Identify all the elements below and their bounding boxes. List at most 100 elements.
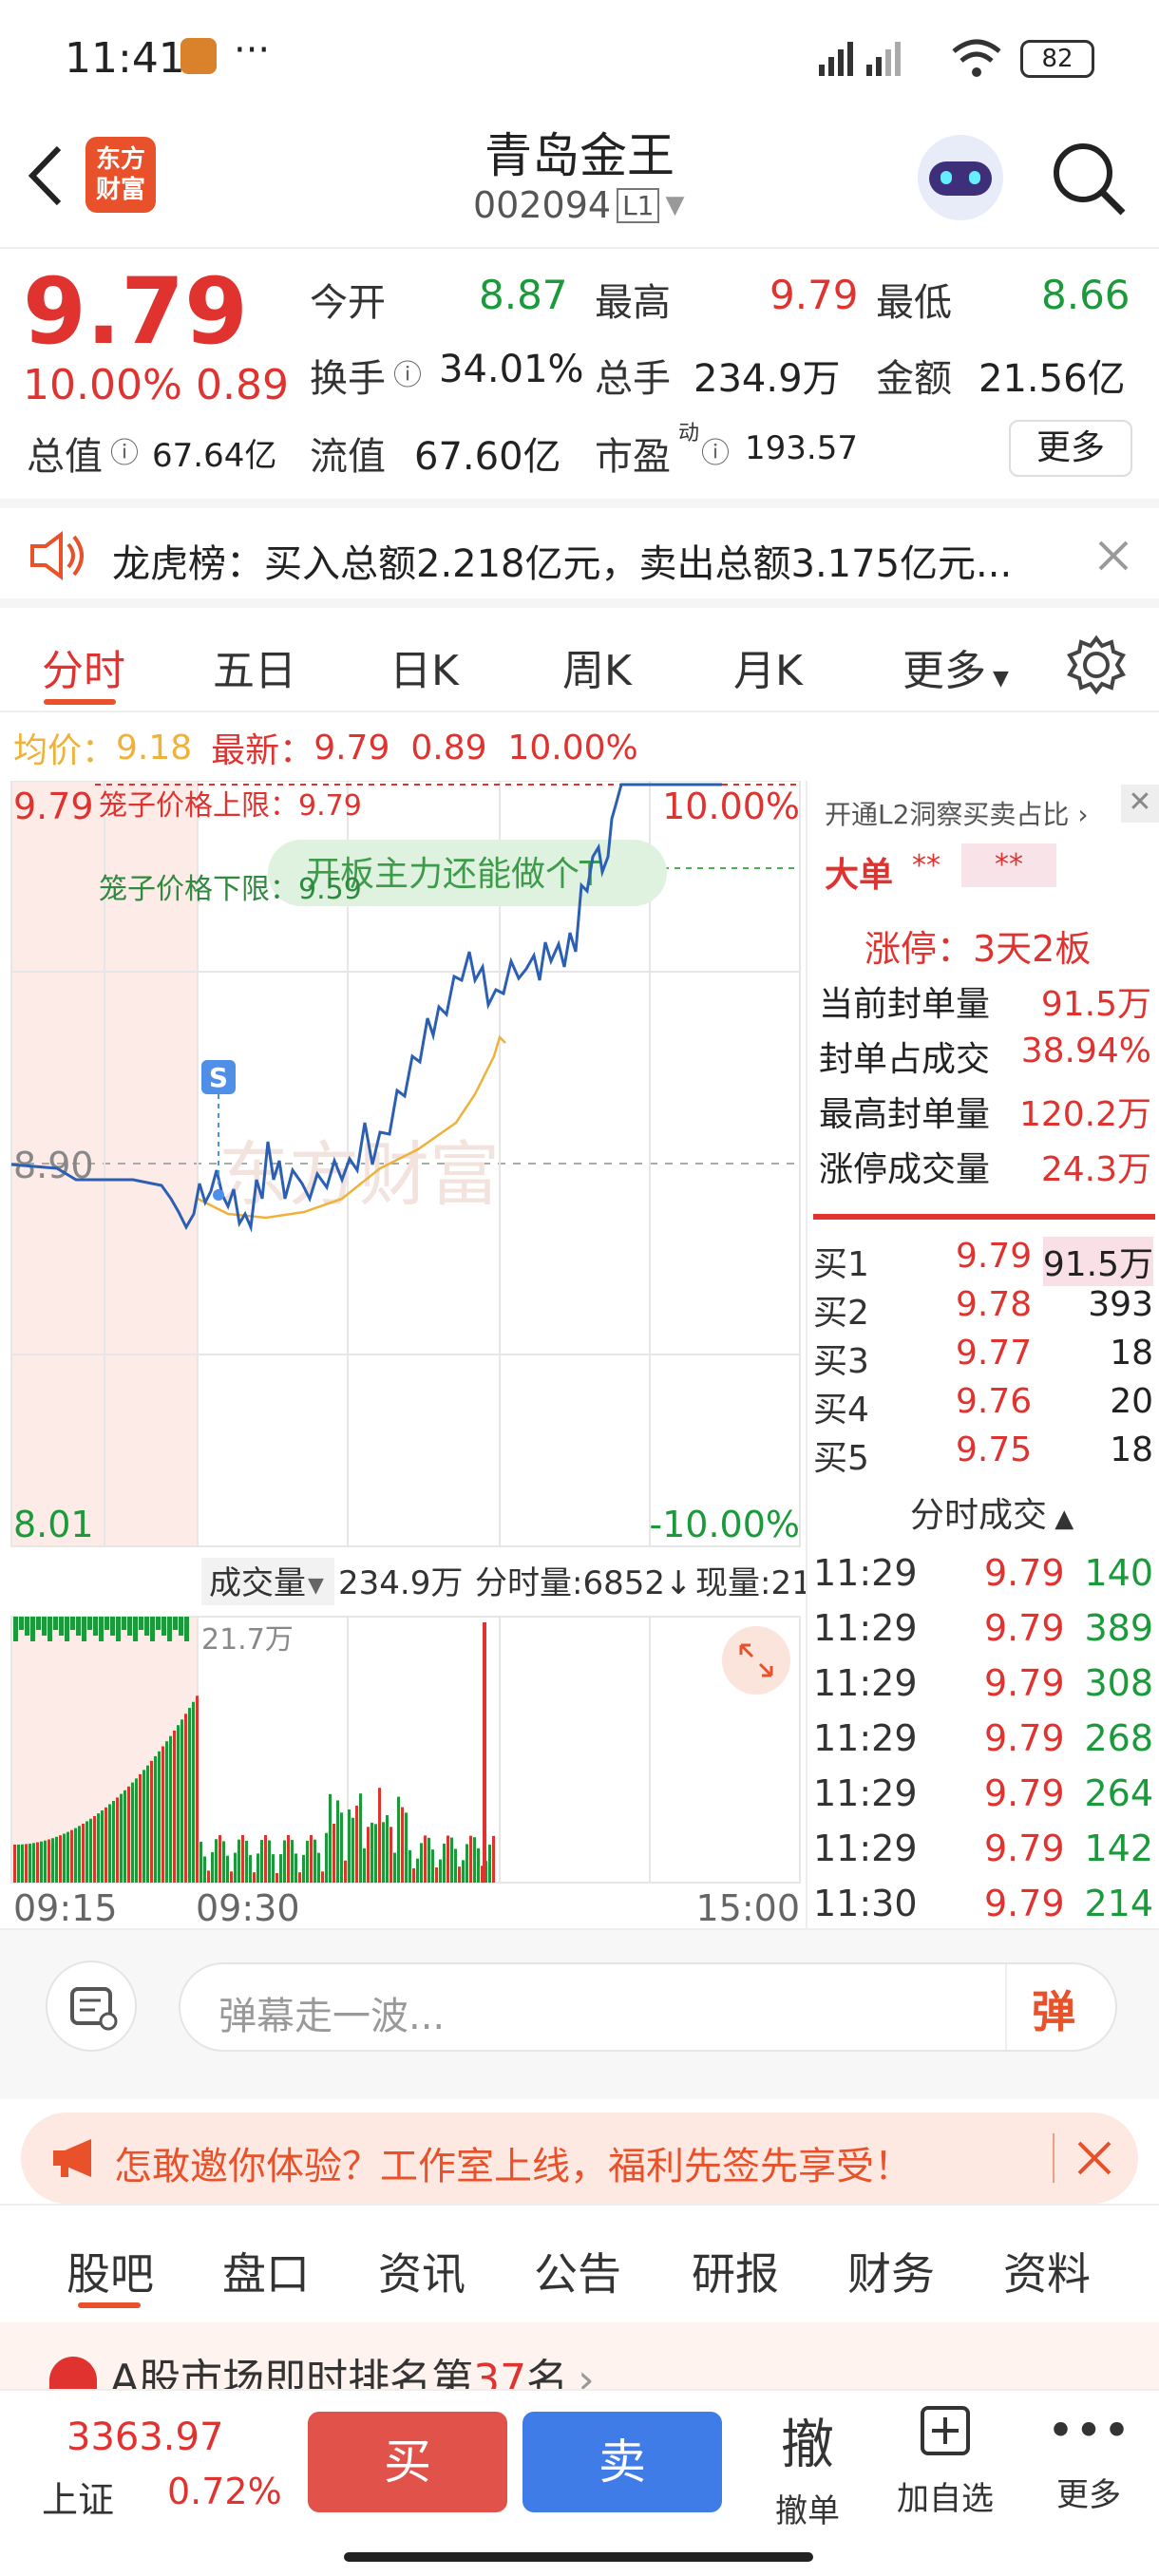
more-quote-button[interactable]: 更多	[1009, 420, 1132, 477]
tab-profile[interactable]: 资料	[1003, 2240, 1091, 2302]
amount-label: 金额	[876, 357, 952, 401]
tab-intraday[interactable]: 分时	[42, 636, 125, 697]
volume-bar	[332, 1824, 335, 1883]
orderbook-row[interactable]: 买3 9.77 18	[808, 1328, 1159, 1381]
volume-bar	[207, 1870, 210, 1883]
chart-svg[interactable]: 东方财富 开板主力还能做个T 笼子价格上限：9.79 笼子价格下限：9.59 9…	[0, 780, 832, 1930]
index-pct[interactable]: 0.72%	[167, 2471, 282, 2512]
tab-news[interactable]: 资讯	[378, 2240, 466, 2302]
search-icon[interactable]	[1049, 139, 1129, 218]
trade-volume: 142	[1084, 1828, 1153, 1869]
volume-bar	[200, 1841, 202, 1883]
volume-bar	[184, 1714, 187, 1883]
volume-bar	[317, 1852, 320, 1883]
promo-close-icon[interactable]	[1074, 2137, 1115, 2179]
signal-icon	[819, 42, 901, 76]
volume-max-label: 21.7万	[201, 1623, 294, 1657]
volume-bar-top	[53, 1617, 58, 1630]
pe-label: 市盈	[595, 435, 671, 479]
add-watchlist-button[interactable]: 加自选	[884, 2402, 1007, 2519]
tab-more[interactable]: 更多 ▼	[902, 636, 1009, 697]
volume-bar-top	[116, 1617, 121, 1641]
app-notification-icon	[180, 38, 217, 74]
info-icon[interactable]: ⓘ	[393, 351, 422, 393]
more-menu-button[interactable]: ••• 更多	[1041, 2402, 1136, 2515]
trade-row: 11:29 9.79 140	[808, 1544, 1159, 1600]
buy-button[interactable]: 买	[308, 2412, 507, 2512]
danmaku-send-button[interactable]: 弹	[1032, 1978, 1075, 2040]
l2-link[interactable]: 开通L2洞察买卖占比 ›	[825, 794, 1089, 832]
orderbook-row[interactable]: 买5 9.75 18	[808, 1425, 1159, 1478]
notice-bar[interactable]: 龙虎榜：买入总额2.218亿元，卖出总额3.175亿元...	[0, 499, 1159, 608]
orderbook-row[interactable]: 买2 9.78 393	[808, 1279, 1159, 1333]
tab-research[interactable]: 研报	[692, 2240, 779, 2302]
expand-icon[interactable]	[722, 1626, 790, 1695]
ob-volume: 18	[1110, 1334, 1153, 1373]
content-tabs: 股吧 盘口 资讯 公告 研报 财务 资料	[0, 2204, 1159, 2322]
intraday-chart[interactable]: 东方财富 开板主力还能做个T 笼子价格上限：9.79 笼子价格下限：9.59 9…	[0, 780, 832, 1930]
volume-bar-top	[19, 1617, 24, 1630]
volume-bar-top	[156, 1617, 161, 1630]
index-name[interactable]: 上证	[42, 2471, 114, 2523]
volume-bar	[253, 1872, 256, 1883]
volume-total: 234.9万	[338, 1564, 463, 1602]
rank-icon	[49, 2357, 97, 2389]
promo-banner[interactable]: 怎敢邀你体验？工作室上线，福利先签先享受！	[0, 2099, 1159, 2204]
volume-bar	[287, 1835, 290, 1883]
panel-close-icon[interactable]: ✕	[1121, 785, 1159, 823]
mktcap-info-icon[interactable]: ⓘ	[110, 429, 139, 471]
danmaku-input[interactable]: 弹幕走一波... 弹	[179, 1962, 1117, 2052]
settings-gear-icon[interactable]	[1066, 635, 1127, 695]
amount-value: 21.56亿	[978, 357, 1126, 401]
latest-pct: 10.00%	[507, 728, 638, 767]
volume-bar	[146, 1765, 149, 1883]
trades-title[interactable]: 分时成交 ▲	[910, 1487, 1074, 1537]
latest-value: 9.79	[314, 728, 390, 767]
float-value: 67.60亿	[414, 435, 561, 479]
volume-bar	[188, 1708, 191, 1883]
tab-announcement[interactable]: 公告	[534, 2240, 621, 2302]
volume-bar	[291, 1840, 294, 1883]
tab-pankou[interactable]: 盘口	[222, 2240, 310, 2302]
sell-button[interactable]: 卖	[522, 2412, 722, 2512]
volume-bar	[336, 1800, 339, 1883]
tab-weekly-k[interactable]: 周K	[562, 636, 632, 697]
cancel-label: 撤单	[775, 2492, 840, 2530]
watermark: 东方财富	[218, 1134, 500, 1216]
tab-five-day[interactable]: 五日	[213, 636, 296, 697]
volume-bar	[116, 1797, 119, 1883]
volume-bar	[196, 1695, 199, 1883]
rank-row[interactable]: A股市场即时排名第37名 ›	[0, 2322, 1159, 2404]
latest-label: 最新：	[211, 731, 314, 770]
pe-info-icon[interactable]: ⓘ	[701, 429, 730, 471]
trade-price: 9.79	[984, 1607, 1065, 1649]
volume-bar	[260, 1840, 263, 1883]
orderbook-row[interactable]: 买4 9.76 20	[808, 1376, 1159, 1430]
promo-divider	[1053, 2133, 1054, 2183]
volume-now: 现量:214	[695, 1564, 808, 1602]
stock-code-row[interactable]: 002094 L1 ▼	[473, 184, 684, 226]
index-value[interactable]: 3363.97	[66, 2415, 223, 2459]
change-percent: 10.00%	[23, 361, 182, 409]
volume-bar	[66, 1831, 69, 1883]
volume-bar	[211, 1851, 214, 1883]
tab-finance[interactable]: 财务	[847, 2240, 935, 2302]
volume-bar	[408, 1849, 411, 1883]
volume-bar	[428, 1837, 430, 1883]
tab-guba[interactable]: 股吧	[66, 2240, 154, 2302]
tab-daily-k[interactable]: 日K	[390, 636, 459, 697]
promo-pill[interactable]: 怎敢邀你体验？工作室上线，福利先签先享受！	[21, 2112, 1138, 2204]
trade-time: 11:29	[813, 1772, 918, 1814]
volume-bar	[272, 1854, 275, 1883]
robot-assistant-icon[interactable]	[918, 135, 1003, 220]
tab-monthly-k[interactable]: 月K	[733, 636, 803, 697]
orderbook-row[interactable]: 买1 9.79 91.5万	[808, 1231, 1159, 1286]
volume-bar	[386, 1815, 389, 1883]
cancel-order-button[interactable]: 撤 撤单	[760, 2402, 855, 2531]
volume-bar-top	[162, 1617, 166, 1636]
volume-bar	[378, 1788, 381, 1883]
close-icon[interactable]	[1094, 537, 1132, 575]
volume-bar	[82, 1823, 85, 1883]
volume-bar	[325, 1832, 328, 1883]
danmaku-settings-icon[interactable]	[46, 1960, 137, 2052]
